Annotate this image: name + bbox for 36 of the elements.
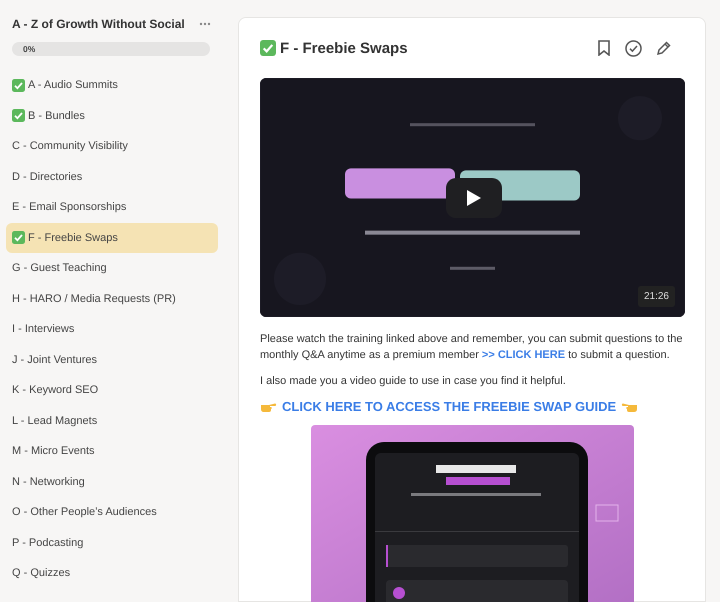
check-icon	[12, 78, 25, 92]
progress-label: 0%	[23, 44, 36, 54]
lesson-title: F - Freebie Swaps	[280, 40, 409, 56]
bookmark-icon[interactable]	[597, 40, 611, 56]
lesson-item[interactable]: B - Bundles	[6, 100, 218, 131]
lesson-item[interactable]: E - Email Sponsorships	[6, 192, 218, 222]
lesson-item[interactable]: I - Interviews	[6, 314, 218, 344]
hand-pointing-left-icon	[621, 400, 638, 412]
lesson-item[interactable]: H - HARO / Media Requests (PR)	[6, 284, 218, 314]
play-button[interactable]	[446, 178, 502, 218]
check-circle-icon[interactable]	[625, 40, 642, 56]
lesson-item[interactable]: F - Freebie Swaps	[6, 222, 218, 253]
hand-pointing-right-icon	[260, 400, 277, 412]
lesson-item[interactable]: N - Networking	[6, 466, 218, 497]
check-icon	[12, 109, 25, 122]
lesson-item[interactable]: J - Joint Ventures	[6, 344, 218, 375]
lesson-item[interactable]: C - Community Visibility	[6, 131, 218, 162]
lesson-item[interactable]: K - Keyword SEO	[6, 375, 218, 406]
lesson-item[interactable]: M - Micro Events	[6, 436, 218, 466]
play-icon	[466, 189, 482, 207]
check-icon	[12, 231, 25, 244]
lesson-item[interactable]: Q - Quizzes	[6, 558, 218, 588]
lesson-item[interactable]: O - Other People’s Audiences	[6, 497, 218, 528]
lesson-item[interactable]: A - Audio Summits	[6, 70, 218, 100]
more-icon[interactable]	[199, 22, 211, 26]
lesson-item[interactable]: G - Guest Teaching	[6, 253, 218, 284]
lesson-text: Please watch the training linked above and remember, you can submit questions to the monthly Q&A anytime as a premium member >> CLICK HERE to submit a question.	[260, 332, 684, 363]
lesson-text: I also made you a video guide to use in case you find it helpful.	[260, 374, 567, 389]
course-title: A - Z of Growth Without Social	[12, 17, 185, 31]
guide-link[interactable]: CLICK HERE TO ACCESS THE FREEBIE SWAP GUIDE	[282, 399, 616, 414]
lesson-item[interactable]: D - Directories	[6, 162, 218, 192]
pencil-icon[interactable]	[656, 40, 671, 56]
lesson-item[interactable]: L - Lead Magnets	[6, 406, 218, 436]
video-duration: 21:26	[638, 286, 675, 307]
lesson-item[interactable]: P - Podcasting	[6, 528, 218, 558]
submit-question-link[interactable]: >> CLICK HERE	[482, 349, 566, 361]
